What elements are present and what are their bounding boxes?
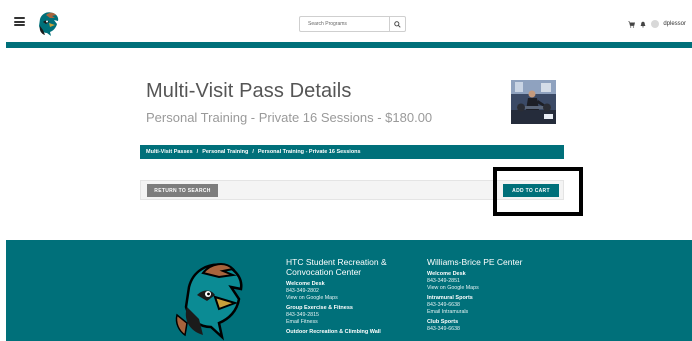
breadcrumb-personal-training[interactable]: Personal Training xyxy=(202,149,248,155)
top-navbar: dplessor xyxy=(0,0,692,42)
add-to-cart-button[interactable]: ADD TO CART xyxy=(503,184,559,197)
search-input[interactable] xyxy=(299,16,390,32)
footer-title: HTC Student Recreation & Convocation Cen… xyxy=(286,257,387,277)
footer-section-head: Welcome Desk xyxy=(427,271,466,277)
user-avatar-icon[interactable] xyxy=(651,20,660,28)
breadcrumb-multi-visit-passes[interactable]: Multi-Visit Passes xyxy=(146,149,193,155)
mascot-logo-large xyxy=(175,263,243,341)
mascot-logo[interactable] xyxy=(34,9,62,38)
user-nav: dplessor xyxy=(627,19,686,29)
footer-col-williams-brice: Williams-Brice PE Center Welcome Desk 84… xyxy=(427,257,547,333)
search-icon xyxy=(394,20,401,28)
footer-col-htc: HTC Student Recreation & Convocation Cen… xyxy=(286,257,401,336)
bell-icon[interactable] xyxy=(639,20,647,28)
site-footer: HTC Student Recreation & Convocation Cen… xyxy=(6,240,692,341)
breadcrumb-separator: / xyxy=(252,149,254,155)
footer-email-link[interactable]: Email Intramurals xyxy=(427,309,547,316)
search-button[interactable] xyxy=(390,16,406,32)
footer-email-link[interactable]: Email Fitness xyxy=(286,319,401,326)
footer-map-link[interactable]: View on Google Maps xyxy=(427,285,547,292)
hamburger-menu-icon[interactable] xyxy=(14,17,25,26)
action-bar: RETURN TO SEARCH ADD TO CART xyxy=(140,180,564,200)
search-bar xyxy=(299,16,406,32)
footer-phone: 843-349-2802 xyxy=(286,288,319,294)
cart-icon[interactable] xyxy=(627,20,635,28)
breadcrumb-current: Personal Training - Private 16 Sessions xyxy=(257,149,361,155)
footer-section-head: Club Sports xyxy=(427,319,459,325)
footer-phone: 843-349-6638 xyxy=(427,326,460,332)
username-label[interactable]: dplessor xyxy=(663,21,686,27)
footer-phone: 843-349-2815 xyxy=(286,312,319,318)
footer-section-head: Outdoor Recreation & Climbing Wall xyxy=(286,329,381,335)
breadcrumb: Multi-Visit Passes / Personal Training /… xyxy=(140,145,564,159)
breadcrumb-separator: / xyxy=(196,149,199,155)
pass-subtitle: Personal Training - Private 16 Sessions … xyxy=(146,110,433,125)
footer-title: Williams-Brice PE Center xyxy=(427,257,523,267)
footer-section-head: Welcome Desk xyxy=(286,281,325,287)
footer-map-link[interactable]: View on Google Maps xyxy=(286,295,401,302)
product-image xyxy=(511,80,556,124)
footer-phone: 843-349-2851 xyxy=(427,278,460,284)
return-to-search-button[interactable]: RETURN TO SEARCH xyxy=(147,184,218,197)
page-title: Multi-Visit Pass Details xyxy=(146,80,352,102)
footer-section-head: Group Exercise & Fitness xyxy=(286,305,353,311)
footer-phone: 843-349-6638 xyxy=(427,302,460,308)
footer-section-head: Intramural Sports xyxy=(427,295,473,301)
header-accent-band xyxy=(6,42,692,48)
